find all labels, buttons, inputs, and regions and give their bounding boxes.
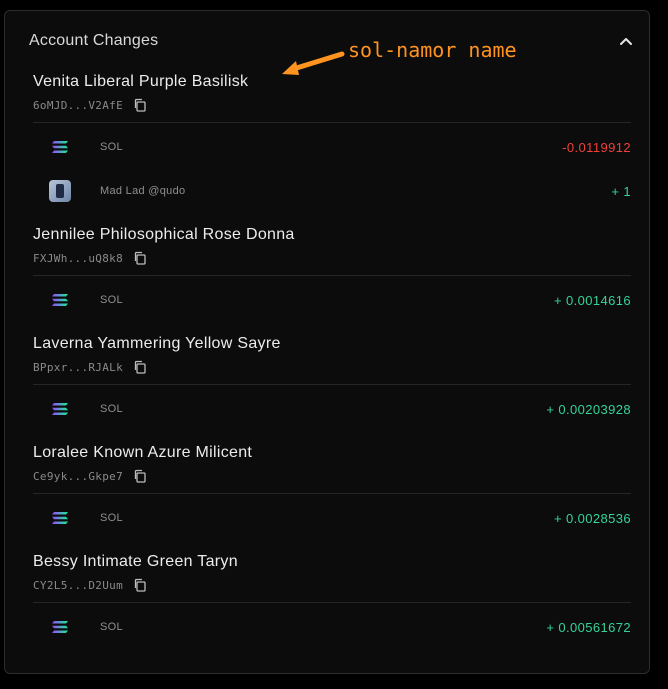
account-address: 6oMJD...V2AfE — [33, 98, 123, 112]
amount-change: + 1 — [611, 183, 631, 199]
divider — [33, 602, 631, 603]
token-label: SOL — [100, 621, 123, 633]
mad-lad-nft-icon[interactable] — [49, 180, 71, 202]
account-address: CY2L5...D2Uum — [33, 578, 123, 592]
account-entry: Jennilee Philosophical Rose Donna FXJWh.… — [33, 226, 625, 265]
balance-change-row: SOL + 0.00203928 — [49, 396, 631, 422]
copy-icon[interactable] — [133, 578, 147, 592]
divider — [33, 493, 631, 494]
amount-change: -0.0119912 — [562, 139, 631, 155]
account-entry: Loralee Known Azure Milicent Ce9yk...Gkp… — [33, 444, 625, 483]
account-address: FXJWh...uQ8k8 — [33, 251, 123, 265]
solana-icon — [49, 136, 71, 158]
solana-icon — [49, 616, 71, 638]
chevron-up-icon[interactable] — [617, 33, 635, 51]
amount-change: + 0.00203928 — [546, 401, 631, 417]
solana-icon — [49, 398, 71, 420]
account-name: Bessy Intimate Green Taryn — [33, 553, 238, 570]
solana-icon — [49, 507, 71, 529]
panel-title: Account Changes — [29, 32, 159, 49]
balance-change-row: SOL -0.0119912 — [49, 134, 631, 160]
account-name: Loralee Known Azure Milicent — [33, 444, 253, 461]
copy-icon[interactable] — [133, 469, 147, 483]
copy-icon[interactable] — [133, 98, 147, 112]
account-address: Ce9yk...Gkpe7 — [33, 469, 123, 483]
account-name: Laverna Yammering Yellow Sayre — [33, 335, 281, 352]
token-label: SOL — [100, 403, 123, 415]
divider — [33, 275, 631, 276]
account-changes-panel: Account Changes Venita Liberal Purple Ba… — [4, 10, 650, 674]
account-address: BPpxr...RJALk — [33, 360, 123, 374]
balance-change-row: Mad Lad @qudo + 1 — [49, 178, 631, 204]
balance-change-row: SOL + 0.0014616 — [49, 287, 631, 313]
account-entry: Venita Liberal Purple Basilisk 6oMJD...V… — [33, 73, 625, 112]
account-name: Jennilee Philosophical Rose Donna — [33, 226, 295, 243]
divider — [33, 122, 631, 123]
divider — [33, 384, 631, 385]
balance-change-row: SOL + 0.00561672 — [49, 614, 631, 640]
solana-icon — [49, 289, 71, 311]
token-label: SOL — [100, 294, 123, 306]
copy-icon[interactable] — [133, 251, 147, 265]
amount-change: + 0.0028536 — [553, 510, 631, 526]
amount-change: + 0.0014616 — [553, 292, 631, 308]
token-label: SOL — [100, 512, 123, 524]
token-label: SOL — [100, 141, 123, 153]
account-entry: Laverna Yammering Yellow Sayre BPpxr...R… — [33, 335, 625, 374]
annotation-arrow-icon — [282, 51, 345, 75]
copy-icon[interactable] — [133, 360, 147, 374]
amount-change: + 0.00561672 — [546, 619, 631, 635]
account-entry: Bessy Intimate Green Taryn CY2L5...D2Uum — [33, 553, 625, 592]
token-label: Mad Lad @qudo — [100, 185, 186, 197]
annotation-label: sol-namor name — [348, 38, 517, 62]
balance-change-row: SOL + 0.0028536 — [49, 505, 631, 531]
